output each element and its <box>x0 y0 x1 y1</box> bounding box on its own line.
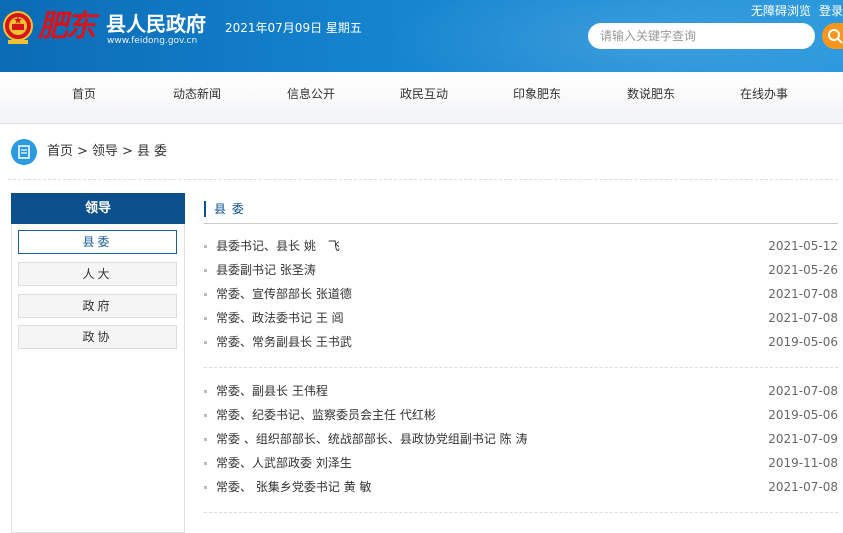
list-item-title[interactable]: 常委、人武部政委 刘泽生 <box>216 453 352 473</box>
bullet-icon <box>204 341 207 344</box>
list-item[interactable]: 常委、副县长 王伟程 2021-07-08 <box>204 381 838 401</box>
sidebar-title: 领导 <box>11 193 185 224</box>
list-item-date: 2019-05-06 <box>768 408 838 422</box>
national-emblem-icon <box>3 11 33 44</box>
site-url: www.feidong.gov.cn <box>107 36 198 46</box>
list-item-title[interactable]: 常委 、组织部部长、统战部部长、县政协党组副书记 陈 涛 <box>216 429 527 449</box>
list-item[interactable]: 常委、人武部政委 刘泽生 2019-11-08 <box>204 453 838 473</box>
list-item-title[interactable]: 常委、宣传部部长 张道德 <box>216 284 352 304</box>
list-item[interactable]: 县委副书记 张圣涛 2021-05-26 <box>204 260 838 280</box>
sidebar-item-government[interactable]: 政府 <box>18 294 177 318</box>
nav-item-online-service[interactable]: 在线办事 <box>714 72 814 124</box>
sidebar-item-cppcc[interactable]: 政协 <box>18 325 177 349</box>
divider <box>8 179 838 180</box>
list-item-title[interactable]: 常委、 张集乡党委书记 黄 敏 <box>216 477 371 497</box>
bullet-icon <box>204 293 207 296</box>
group-divider <box>204 367 838 368</box>
list-item-title[interactable]: 常委、纪委书记、监察委员会主任 代红彬 <box>216 405 436 425</box>
list-item-title[interactable]: 县委副书记 张圣涛 <box>216 260 316 280</box>
list-item[interactable]: 常委、 张集乡党委书记 黄 敏 2021-07-08 <box>204 477 838 497</box>
bullet-icon <box>204 486 207 489</box>
breadcrumb-leaders[interactable]: 领导 <box>92 144 118 159</box>
list-item-title[interactable]: 常委、常务副县长 王书武 <box>216 332 352 352</box>
nav-item-impression[interactable]: 印象肥东 <box>487 72 587 124</box>
site-header: 肥东 县人民政府 www.feidong.gov.cn 2021年07月09日 … <box>0 0 843 72</box>
list-item[interactable]: 常委、常务副县长 王书武 2019-05-06 <box>204 332 838 352</box>
top-links: 无障碍浏览 登录 <box>743 2 843 19</box>
bullet-icon <box>204 414 207 417</box>
site-name: 县人民政府 <box>106 12 206 36</box>
breadcrumb-current: 县 委 <box>136 144 167 159</box>
accessibility-link[interactable]: 无障碍浏览 <box>751 4 811 18</box>
breadcrumb-icon <box>11 139 37 165</box>
list-item-title[interactable]: 县委书记、县长 姚 飞 <box>216 236 340 256</box>
list-item[interactable]: 县委书记、县长 姚 飞 2021-05-12 <box>204 236 838 256</box>
nav-item-home[interactable]: 首页 <box>34 72 134 124</box>
breadcrumb-home[interactable]: 首页 <box>47 144 73 159</box>
search-box <box>588 23 815 49</box>
list-item-date: 2021-07-09 <box>768 432 838 446</box>
login-link[interactable]: 登录 <box>819 4 843 18</box>
list-item-title[interactable]: 常委、政法委书记 王 阊 <box>216 308 344 328</box>
bullet-icon <box>204 269 207 272</box>
main-nav: 首页 动态新闻 信息公开 政民互动 印象肥东 数说肥东 在线办事 <box>0 72 843 124</box>
list-item[interactable]: 常委、政法委书记 王 阊 2021-07-08 <box>204 308 838 328</box>
nav-item-info-disclosure[interactable]: 信息公开 <box>261 72 361 124</box>
document-icon <box>18 145 30 159</box>
list-item-date: 2019-11-08 <box>768 456 838 470</box>
list-item-date: 2021-07-08 <box>768 311 838 325</box>
list-item-date: 2021-05-12 <box>768 239 838 253</box>
nav-item-news[interactable]: 动态新闻 <box>147 72 247 124</box>
breadcrumb-separator: > <box>77 144 88 159</box>
list-item[interactable]: 常委 、组织部部长、统战部部长、县政协党组副书记 陈 涛 2021-07-09 <box>204 429 838 449</box>
list-item-date: 2019-05-06 <box>768 335 838 349</box>
nav-item-statistics[interactable]: 数说肥东 <box>601 72 701 124</box>
bullet-icon <box>204 390 207 393</box>
section-underline <box>204 223 838 224</box>
search-input[interactable] <box>588 23 798 49</box>
sidebar-item-county-committee[interactable]: 县委 <box>18 230 177 254</box>
breadcrumb: 首页 > 领导 > 县 委 <box>47 144 171 160</box>
nav-item-interaction[interactable]: 政民互动 <box>374 72 474 124</box>
list-item-date: 2021-07-08 <box>768 384 838 398</box>
bullet-icon <box>204 438 207 441</box>
bullet-icon <box>204 317 207 320</box>
list-item-date: 2021-07-08 <box>768 287 838 301</box>
list-item[interactable]: 常委、纪委书记、监察委员会主任 代红彬 2019-05-06 <box>204 405 838 425</box>
breadcrumb-separator: > <box>121 144 133 159</box>
list-item-date: 2021-05-26 <box>768 263 838 277</box>
list-item[interactable]: 常委、宣传部部长 张道德 2021-07-08 <box>204 284 838 304</box>
bullet-icon <box>204 245 207 248</box>
search-icon <box>828 29 843 44</box>
list-item-title[interactable]: 常委、副县长 王伟程 <box>216 381 328 401</box>
section-title: 县 委 <box>204 201 245 217</box>
group-divider <box>204 512 838 513</box>
list-item-date: 2021-07-08 <box>768 480 838 494</box>
county-calligraphy-logo: 肥东 <box>38 9 96 44</box>
current-date: 2021年07月09日 星期五 <box>225 21 362 35</box>
sidebar-item-peoples-congress[interactable]: 人大 <box>18 262 177 286</box>
search-button[interactable] <box>822 23 843 49</box>
bullet-icon <box>204 462 207 465</box>
